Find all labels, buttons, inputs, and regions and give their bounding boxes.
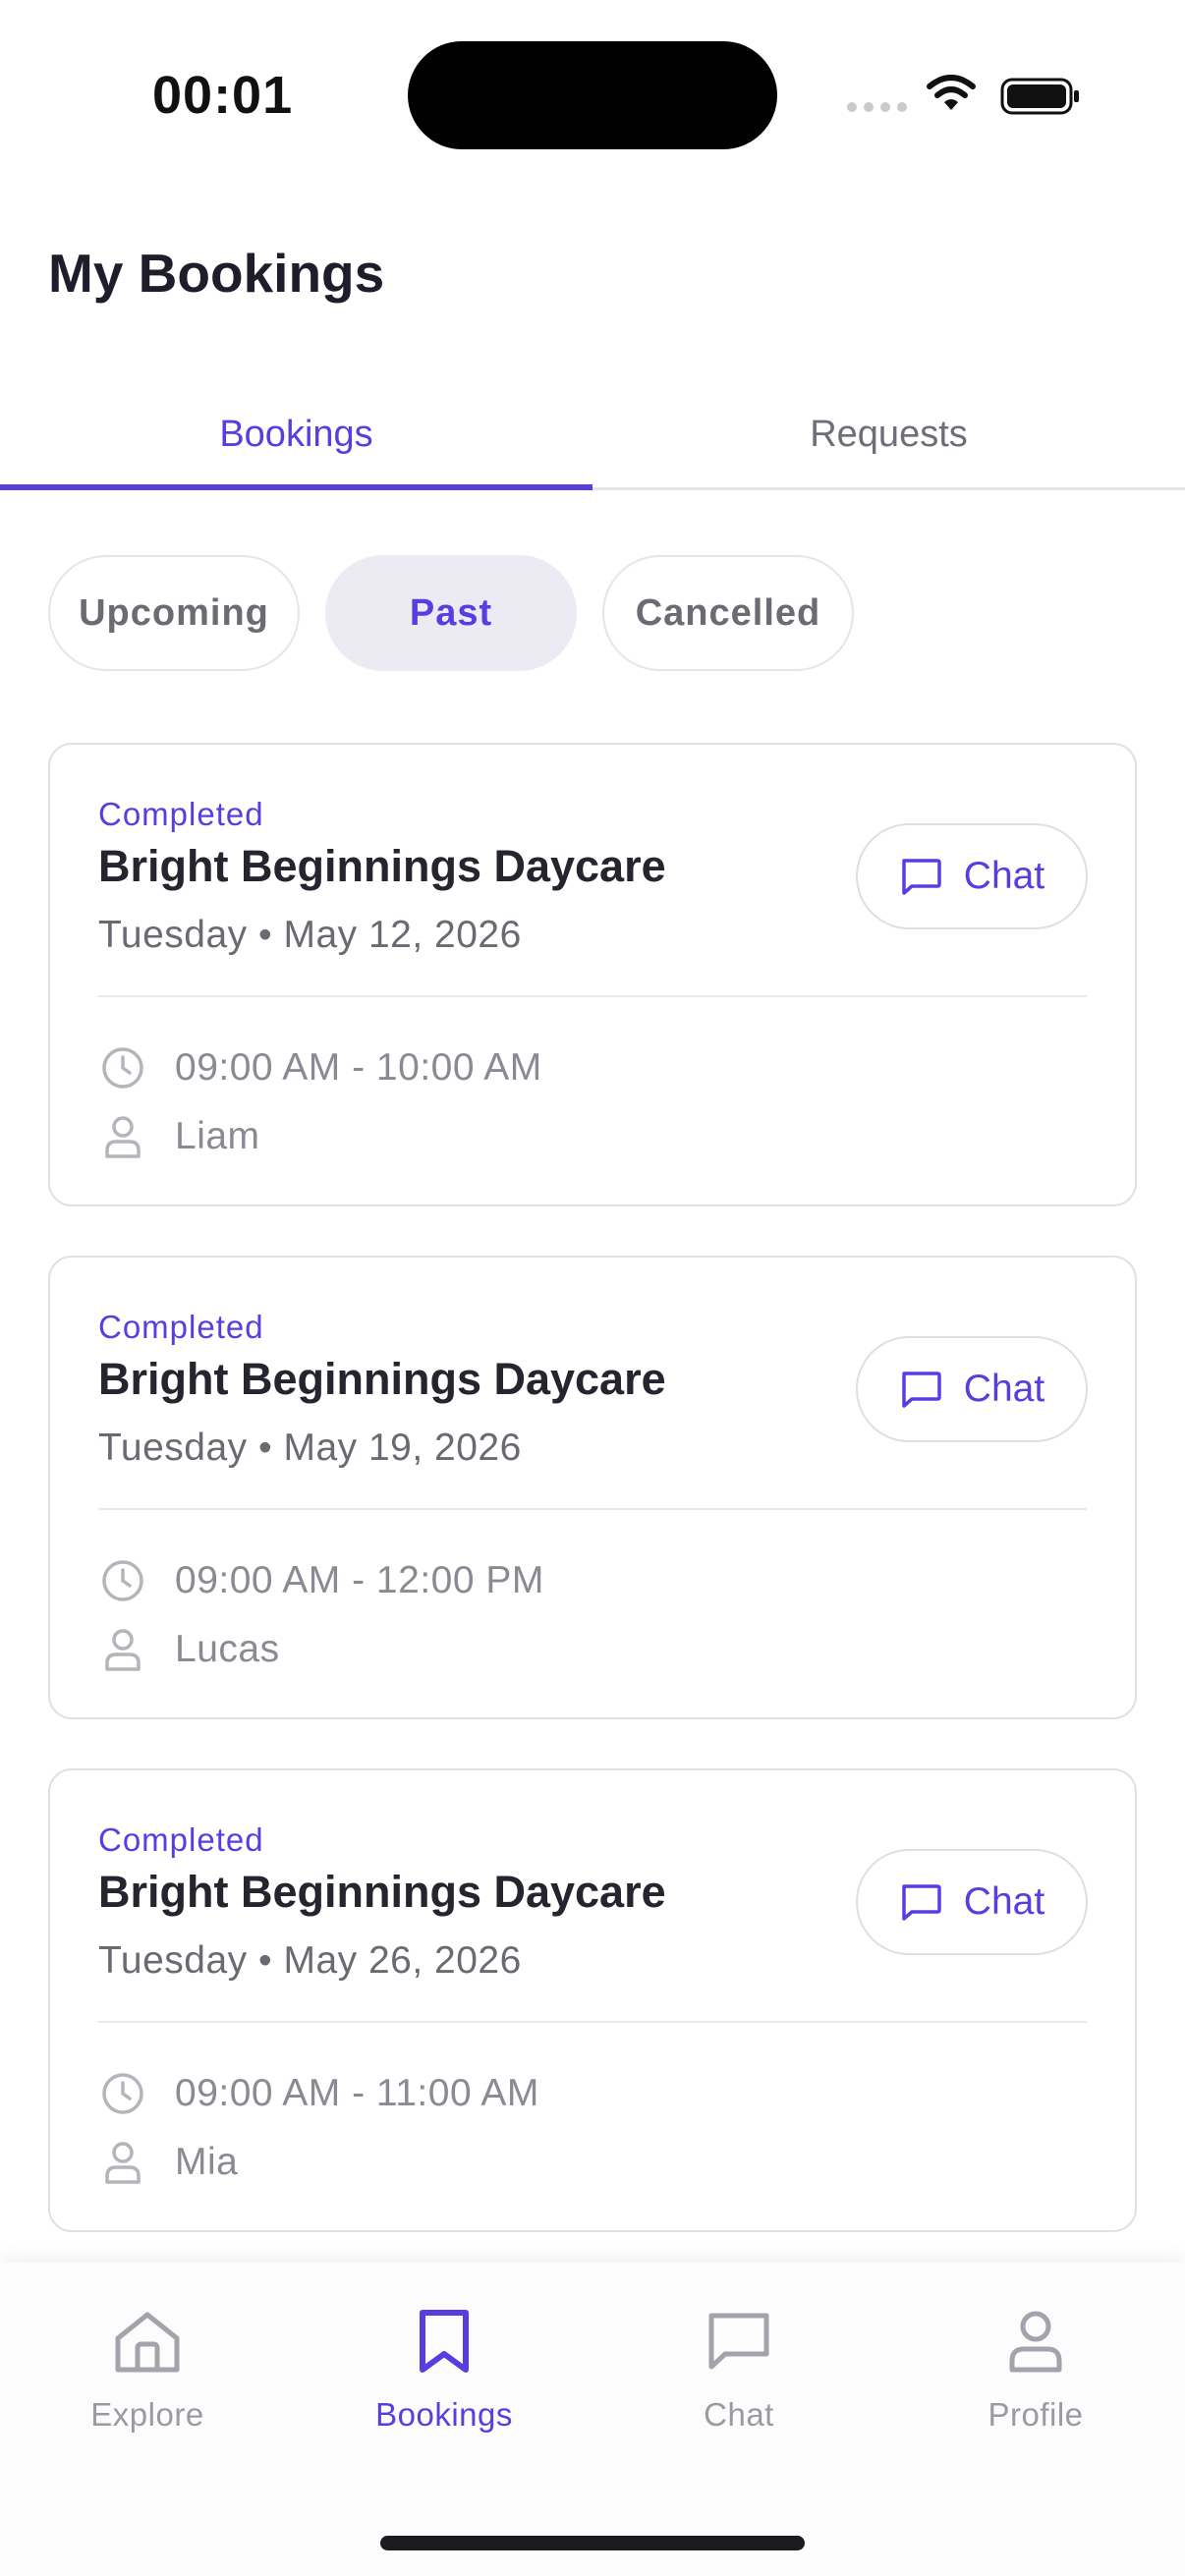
tab-requests[interactable]: Requests: [592, 393, 1185, 487]
booking-child-row: Mia: [98, 2138, 238, 2187]
nav-chat[interactable]: Chat: [592, 2302, 886, 2434]
card-divider: [98, 1508, 1087, 1510]
cellular-signal-icon: [847, 102, 907, 112]
chat-button[interactable]: Chat: [856, 1336, 1088, 1442]
nav-bookings[interactable]: Bookings: [297, 2302, 592, 2434]
user-icon: [105, 1116, 141, 1158]
booking-time-row: 09:00 AM - 12:00 PM: [98, 1556, 544, 1605]
user-icon: [105, 1629, 141, 1671]
tab-bookings[interactable]: Bookings: [0, 393, 592, 490]
chat-icon: [708, 2313, 769, 2370]
home-indicator: [380, 2536, 805, 2550]
booking-status: Completed: [98, 1309, 264, 1345]
user-icon: [105, 2142, 141, 2184]
booking-child-row: Lucas: [98, 1625, 280, 1674]
clock-icon: [102, 1047, 143, 1089]
filter-cancelled[interactable]: Cancelled: [602, 555, 854, 671]
filter-upcoming[interactable]: Upcoming: [48, 555, 300, 671]
nav-label-explore: Explore: [90, 2396, 204, 2433]
booking-time: 09:00 AM - 10:00 AM: [175, 1046, 542, 1089]
booking-time-row: 09:00 AM - 10:00 AM: [98, 1043, 542, 1092]
clock-icon: [102, 1560, 143, 1601]
chat-button[interactable]: Chat: [856, 1849, 1088, 1955]
chat-icon: [902, 859, 941, 895]
nav-label-chat: Chat: [704, 2396, 774, 2433]
booking-card[interactable]: Completed Bright Beginnings Daycare Tues…: [48, 743, 1137, 1206]
filter-past[interactable]: Past: [325, 555, 577, 671]
chat-icon: [902, 1884, 941, 1921]
page-title: My Bookings: [48, 243, 385, 304]
dynamic-island: [408, 41, 777, 149]
user-icon: [1009, 2311, 1062, 2373]
provider-name: Bright Beginnings Daycare: [98, 1867, 666, 1917]
status-bar: 00:01: [0, 0, 1185, 187]
booking-card[interactable]: Completed Bright Beginnings Daycare Tues…: [48, 1256, 1137, 1719]
provider-name: Bright Beginnings Daycare: [98, 1354, 666, 1404]
nav-explore[interactable]: Explore: [0, 2302, 295, 2434]
chat-icon: [902, 1372, 941, 1408]
card-divider: [98, 2021, 1087, 2023]
clock-icon: [102, 2073, 143, 2114]
booking-tabs: Bookings Requests: [0, 393, 1185, 490]
chat-button-label: Chat: [963, 1880, 1045, 1923]
wifi-icon: [927, 75, 976, 110]
chat-button[interactable]: Chat: [856, 823, 1088, 929]
nav-profile[interactable]: Profile: [888, 2302, 1183, 2434]
child-name: Lucas: [175, 1628, 280, 1670]
booking-time: 09:00 AM - 12:00 PM: [175, 1559, 544, 1601]
booking-date: Tuesday • May 26, 2026: [98, 1939, 522, 1982]
chat-button-label: Chat: [963, 855, 1045, 897]
booking-date: Tuesday • May 19, 2026: [98, 1427, 522, 1469]
booking-status: Completed: [98, 1821, 264, 1858]
chat-button-label: Chat: [963, 1368, 1045, 1410]
booking-status: Completed: [98, 796, 264, 832]
bottom-nav: Explore Bookings Chat Profile: [0, 2263, 1185, 2576]
nav-label-bookings: Bookings: [375, 2396, 513, 2433]
booking-date: Tuesday • May 12, 2026: [98, 914, 522, 956]
booking-time-row: 09:00 AM - 11:00 AM: [98, 2069, 539, 2118]
booking-child-row: Liam: [98, 1112, 260, 1161]
status-time: 00:01: [152, 66, 294, 125]
provider-name: Bright Beginnings Daycare: [98, 841, 666, 891]
booking-time: 09:00 AM - 11:00 AM: [175, 2072, 539, 2114]
bookmark-icon: [420, 2310, 469, 2373]
card-divider: [98, 995, 1087, 997]
nav-label-profile: Profile: [988, 2396, 1084, 2433]
home-icon: [115, 2312, 180, 2373]
child-name: Mia: [175, 2141, 239, 2183]
battery-icon: [1000, 78, 1079, 115]
child-name: Liam: [175, 1115, 260, 1157]
booking-card[interactable]: Completed Bright Beginnings Daycare Tues…: [48, 1768, 1137, 2232]
